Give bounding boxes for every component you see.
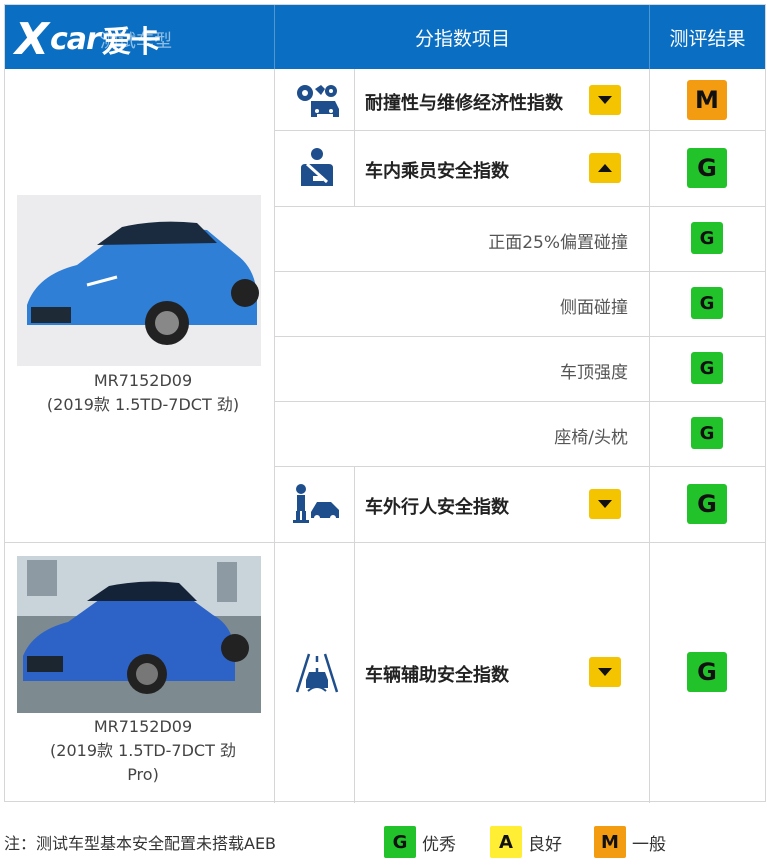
rating-badge-occupant: G [687,148,727,188]
car-model: MR7152D09 [93,371,193,390]
index-label-occupant: 车内乘员安全指数 [365,161,509,182]
car-caption: MR7152D09 (2019款 1.5TD-7DCT 劲 Pro) [9,715,277,787]
expand-toggle-occupant[interactable] [589,153,621,183]
sub-item-label: 侧面碰撞 [560,298,628,318]
header-col-index: 分指数项目 [414,27,510,50]
legend-label-acceptable: 良好 [528,835,562,855]
chevron-down-icon [598,668,612,676]
car-photo [17,556,261,713]
legend-label-good: 优秀 [422,835,456,855]
car-caption: MR7152D09 (2019款 1.5TD-7DCT 劲) [9,369,277,417]
legend-label-marginal: 一般 [632,835,666,855]
rating-table: Xcar 爱卡 测试车型 分指数项目 测评结果 耐撞性与维修经济性指数 M 车内… [4,4,766,803]
chevron-down-icon [598,96,612,104]
car-model: MR7152D09 [93,717,193,736]
legend-badge-good: G [384,826,416,858]
rating-badge-sub: G [691,352,723,384]
chevron-up-icon [598,164,612,172]
table-header: Xcar 爱卡 测试车型 分指数项目 测评结果 [5,5,765,69]
rating-badge-sub: G [691,287,723,319]
sub-item-label: 座椅/头枕 [554,428,628,448]
car-photo [17,195,261,366]
sub-item-label: 正面25%偏置碰撞 [488,233,628,253]
rating-badge-sub: G [691,417,723,449]
index-label-crashworthiness: 耐撞性与维修经济性指数 [365,93,563,114]
seatbelt-occupant-icon [301,148,333,186]
footer-legend: 注：测试车型基本安全配置未搭载AEB G 优秀 A 良好 M 一般 [4,826,774,858]
expand-toggle-pedestrian[interactable] [589,489,621,519]
car-variant: (2019款 1.5TD-7DCT 劲 [50,741,236,760]
legend-badge-marginal: M [594,826,626,858]
car-repair-icon [297,85,339,117]
chevron-down-icon [598,500,612,508]
car-variant-cont: Pro) [127,765,159,784]
car-variant: (2019款 1.5TD-7DCT 劲) [46,395,240,414]
header-col-result: 测评结果 [669,27,746,50]
header-col-model: 测试车型 [100,31,172,52]
rating-badge-sub: G [691,222,723,254]
footer-note: 注：测试车型基本安全配置未搭载AEB [4,834,277,853]
rating-badge-pedestrian: G [687,484,727,524]
sub-item-label: 车顶强度 [560,363,628,383]
index-label-pedestrian: 车外行人安全指数 [365,497,509,518]
driver-assist-icon [295,653,339,693]
expand-toggle-crashworthiness[interactable] [589,85,621,115]
pedestrian-icon [293,484,339,523]
rating-badge-driver-assist: G [687,652,727,692]
rating-badge-crashworthiness: M [687,80,727,120]
expand-toggle-driver-assist[interactable] [589,657,621,687]
legend-badge-acceptable: A [490,826,522,858]
index-label-driver-assist: 车辆辅助安全指数 [365,665,509,686]
